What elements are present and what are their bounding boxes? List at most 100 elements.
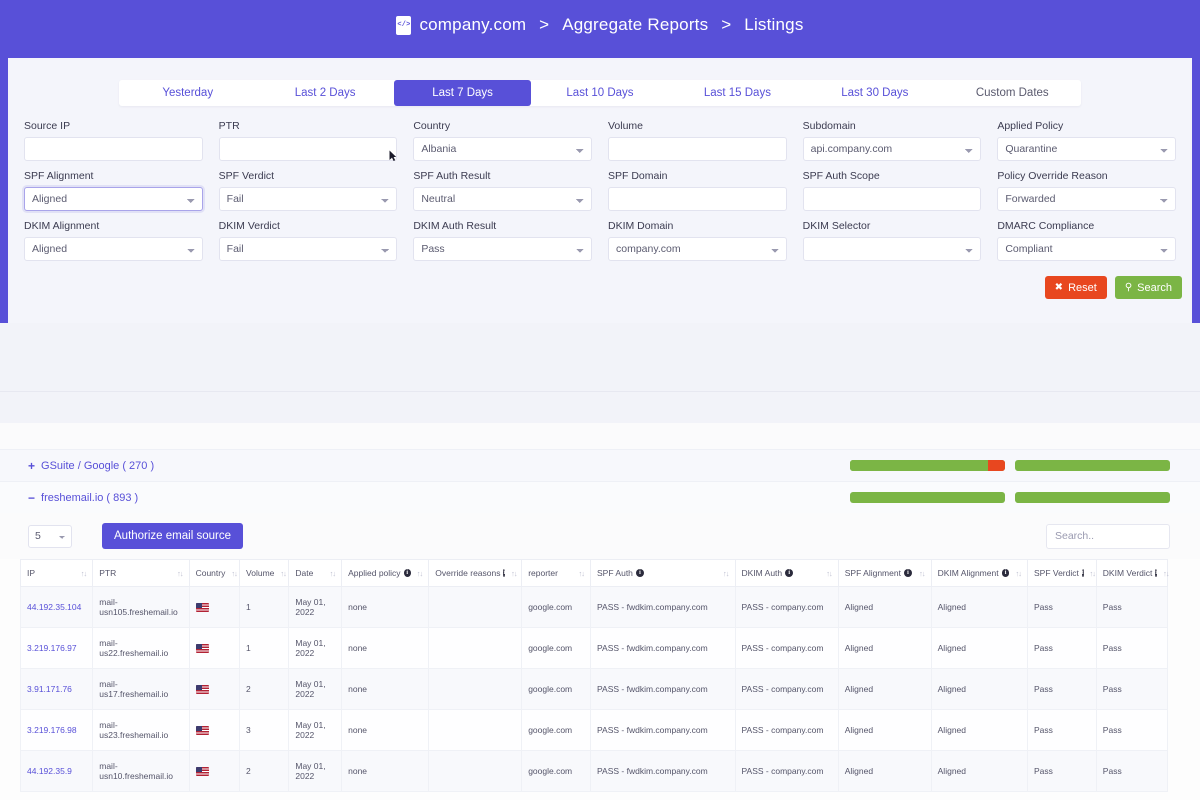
- cell-ip[interactable]: 3.219.176.98: [21, 710, 93, 751]
- app-header: company.com > Aggregate Reports > Listin…: [0, 0, 1200, 50]
- compliance-bars: [850, 492, 1170, 503]
- filter-select-dkim-domain[interactable]: company.com: [608, 237, 787, 261]
- filter-input-spf-auth-scope[interactable]: [803, 187, 982, 211]
- filter-field-ptr: PTR: [219, 120, 398, 170]
- table-row[interactable]: 3.219.176.97mail-us22.freshemail.io1May …: [21, 628, 1168, 669]
- sort-icon[interactable]: ↑↓: [1163, 569, 1169, 578]
- date-tab-last-15-days[interactable]: Last 15 Days: [669, 80, 806, 106]
- table-row[interactable]: 44.192.35.104mail-usn105.freshemail.io1M…: [21, 587, 1168, 628]
- column-header-applied-policy[interactable]: Applied policyi↑↓: [342, 560, 429, 587]
- filter-select-dkim-alignment[interactable]: Aligned: [24, 237, 203, 261]
- filter-label-policy-override-reason: Policy Override Reason: [997, 170, 1176, 182]
- filter-select-dmarc-compliance[interactable]: Compliant: [997, 237, 1176, 261]
- date-tab-yesterday[interactable]: Yesterday: [119, 80, 256, 106]
- sort-icon[interactable]: ↑↓: [511, 569, 517, 578]
- info-icon[interactable]: i: [503, 569, 505, 577]
- filter-select-policy-override-reason[interactable]: Forwarded: [997, 187, 1176, 211]
- sort-icon[interactable]: ↑↓: [280, 569, 286, 578]
- column-header-spf-alignment[interactable]: SPF Alignmenti↑↓: [838, 560, 931, 587]
- filter-select-spf-verdict[interactable]: Fail: [219, 187, 398, 211]
- cell-ip[interactable]: 3.91.171.76: [21, 669, 93, 710]
- filter-input-volume[interactable]: [608, 137, 787, 161]
- info-icon[interactable]: i: [1155, 569, 1157, 577]
- sort-icon[interactable]: ↑↓: [177, 569, 183, 578]
- column-header-spf-auth[interactable]: SPF Authi↑↓: [591, 560, 736, 587]
- ip-link[interactable]: 44.192.35.104: [27, 602, 81, 612]
- table-row[interactable]: 44.192.35.9mail-usn10.freshemail.io2May …: [21, 751, 1168, 792]
- sort-icon[interactable]: ↑↓: [826, 569, 832, 578]
- column-header-ptr[interactable]: PTR↑↓: [93, 560, 189, 587]
- column-header-ip[interactable]: IP↑↓: [21, 560, 93, 587]
- sort-icon[interactable]: ↑↓: [81, 569, 87, 578]
- filter-select-dkim-verdict[interactable]: Fail: [219, 237, 398, 261]
- authorize-email-source-button[interactable]: Authorize email source: [102, 523, 243, 549]
- info-icon[interactable]: i: [404, 569, 411, 577]
- cell-volume: 1: [240, 628, 289, 669]
- info-icon[interactable]: i: [636, 569, 644, 577]
- date-tab-last-7-days[interactable]: Last 7 Days: [394, 80, 531, 106]
- sort-icon[interactable]: ↑↓: [919, 569, 925, 578]
- email-source-row[interactable]: −freshemail.io ( 893 ): [0, 481, 1200, 513]
- cell-dkim-alignment: Aligned: [931, 710, 1027, 751]
- info-icon[interactable]: i: [1002, 569, 1010, 577]
- column-header-dkim-auth[interactable]: DKIM Authi↑↓: [735, 560, 838, 587]
- sort-icon[interactable]: ↑↓: [417, 569, 423, 578]
- column-header-date[interactable]: Date↑↓: [289, 560, 342, 587]
- ip-link[interactable]: 3.91.171.76: [27, 684, 72, 694]
- reset-button[interactable]: ✖ Reset: [1045, 276, 1107, 299]
- search-button[interactable]: ⚲ Search: [1115, 276, 1182, 299]
- cell-volume: 1: [240, 587, 289, 628]
- column-header-volume[interactable]: Volume↑↓: [240, 560, 289, 587]
- cell-override-reasons: [429, 710, 522, 751]
- table-row[interactable]: 3.219.176.98mail-us23.freshemail.io3May …: [21, 710, 1168, 751]
- table-search-input[interactable]: [1046, 524, 1170, 549]
- sort-icon[interactable]: ↑↓: [330, 569, 336, 578]
- breadcrumb-domain[interactable]: company.com: [419, 15, 526, 35]
- cell-ip[interactable]: 44.192.35.9: [21, 751, 93, 792]
- filter-select-spf-auth-result[interactable]: Neutral: [413, 187, 592, 211]
- filter-select-subdomain[interactable]: api.company.com: [803, 137, 982, 161]
- filter-input-spf-domain[interactable]: [608, 187, 787, 211]
- info-icon[interactable]: i: [904, 569, 912, 577]
- column-header-override-reasons[interactable]: Override reasonsi↑↓: [429, 560, 522, 587]
- cell-ip[interactable]: 3.219.176.97: [21, 628, 93, 669]
- filter-input-ptr[interactable]: [219, 137, 398, 161]
- date-tab-last-2-days[interactable]: Last 2 Days: [256, 80, 393, 106]
- cell-spf-verdict: Pass: [1027, 751, 1096, 792]
- ip-link[interactable]: 3.219.176.98: [27, 725, 77, 735]
- table-row[interactable]: 3.91.171.76mail-us17.freshemail.io2May 0…: [21, 669, 1168, 710]
- date-tab-last-30-days[interactable]: Last 30 Days: [806, 80, 943, 106]
- email-source-toggle[interactable]: +GSuite / Google ( 270 ): [28, 460, 154, 472]
- filter-actions: ✖ Reset ⚲ Search: [1045, 276, 1182, 299]
- date-tab-last-10-days[interactable]: Last 10 Days: [531, 80, 668, 106]
- email-source-row[interactable]: +GSuite / Google ( 270 ): [0, 449, 1200, 481]
- info-icon[interactable]: i: [785, 569, 793, 577]
- ip-link[interactable]: 44.192.35.9: [27, 766, 72, 776]
- filter-select-dkim-selector[interactable]: [803, 237, 982, 261]
- sort-icon[interactable]: ↑↓: [1015, 569, 1021, 578]
- sort-icon[interactable]: ↑↓: [579, 569, 585, 578]
- column-header-country[interactable]: Country↑↓: [189, 560, 239, 587]
- filter-select-spf-alignment[interactable]: Aligned: [24, 187, 203, 211]
- column-header-reporter[interactable]: reporter↑↓: [522, 560, 591, 587]
- filter-select-country[interactable]: Albania: [413, 137, 592, 161]
- breadcrumb-page: Listings: [744, 15, 803, 35]
- filter-select-applied-policy[interactable]: Quarantine: [997, 137, 1176, 161]
- filter-input-source-ip[interactable]: [24, 137, 203, 161]
- column-header-dkim-alignment[interactable]: DKIM Alignmenti↑↓: [931, 560, 1027, 587]
- filter-select-dkim-auth-result[interactable]: Pass: [413, 237, 592, 261]
- column-header-dkim-verdict[interactable]: DKIM Verdicti↑↓: [1096, 560, 1167, 587]
- email-source-toggle[interactable]: −freshemail.io ( 893 ): [28, 492, 138, 504]
- sort-icon[interactable]: ↑↓: [1090, 569, 1096, 578]
- info-icon[interactable]: i: [1082, 569, 1084, 577]
- code-document-icon: [396, 16, 411, 35]
- sort-icon[interactable]: ↑↓: [231, 569, 237, 578]
- breadcrumb-section[interactable]: Aggregate Reports: [562, 15, 708, 35]
- filter-field-subdomain: Subdomainapi.company.com: [803, 120, 982, 170]
- page-size-select[interactable]: 5102550: [28, 525, 72, 548]
- column-header-spf-verdict[interactable]: SPF Verdicti↑↓: [1027, 560, 1096, 587]
- cell-ip[interactable]: 44.192.35.104: [21, 587, 93, 628]
- sort-icon[interactable]: ↑↓: [723, 569, 729, 578]
- date-tab-custom-dates[interactable]: Custom Dates: [944, 80, 1081, 106]
- ip-link[interactable]: 3.219.176.97: [27, 643, 77, 653]
